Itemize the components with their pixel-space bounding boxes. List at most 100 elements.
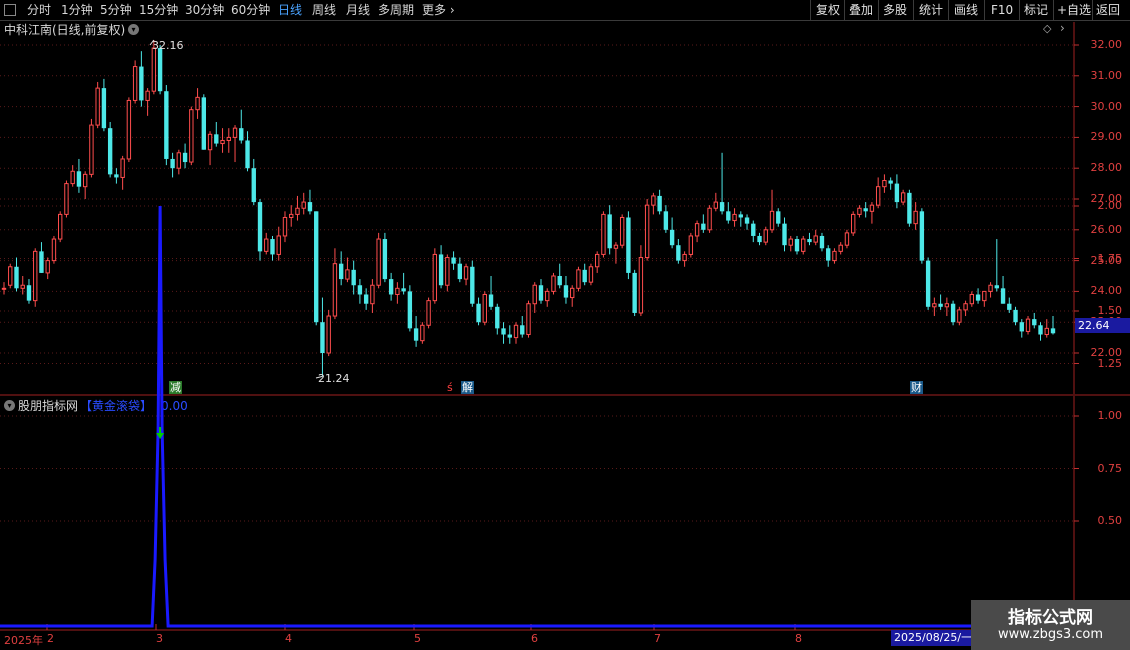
back-button[interactable]: 返回 [1096,2,1120,18]
candle-body-up [120,158,125,178]
candle-body-down [139,66,144,101]
tab-1min[interactable]: 1分钟 [61,2,93,18]
signal-arrow-icon [156,433,165,439]
indicator-axis-label: 2.00 [1097,199,1123,212]
draw-line-button[interactable]: 画线 [954,2,978,18]
stock-title: 中科江南(日线,前复权) [4,23,126,37]
fuquan-button[interactable]: 复权 [816,2,840,18]
candle-body-up [126,99,132,160]
candle-body-up [857,207,862,215]
multi-stock-button[interactable]: 多股 [883,2,907,18]
candle-body-up [426,300,431,326]
event-marker-signal[interactable]: ś [446,381,454,394]
add-favorite-button[interactable]: +自选 [1057,2,1091,18]
tab-5min[interactable]: 5分钟 [100,2,132,18]
kline-chart[interactable] [0,0,1130,650]
collapse-icon[interactable] [4,4,16,16]
tab-multi-period[interactable]: 多周期 [378,2,414,18]
diamond-icon[interactable]: ◇ [1043,22,1051,35]
candle-body-down [507,334,512,338]
x-label-mar: 3 [156,632,163,645]
candle-body-down [307,202,313,212]
statistics-button[interactable]: 统计 [919,2,943,18]
candle-body-up [944,303,950,308]
candle-body-up [763,229,768,243]
candle-body-down [451,257,456,264]
candle-body-down [938,303,943,307]
event-marker-finance[interactable]: 财 [910,381,923,394]
candle-body-down [107,128,113,175]
tab-30min[interactable]: 30分钟 [185,2,224,18]
candle-body-down [457,263,463,280]
candle-body-down [182,152,188,163]
candle-body-down [39,251,44,273]
candle-body-up [545,290,550,302]
candle-body-up [576,269,581,289]
tab-monthly[interactable]: 月线 [346,2,370,18]
f10-button[interactable]: F10 [991,2,1013,18]
candle-body-down [925,260,931,307]
candle-body-down [744,217,750,224]
candle-body-up [326,315,331,354]
candle-body-down [470,266,475,304]
candle-body-up [570,287,575,299]
candle-body-up [732,213,737,222]
candle-body-up [276,235,281,255]
x-label-apr: 4 [285,632,292,645]
tab-60min[interactable]: 60分钟 [231,2,270,18]
candle-body-up [513,324,519,339]
candle-body-up [264,238,269,252]
tab-fenshi[interactable]: 分时 [27,2,51,18]
candle-body-down [1007,303,1012,310]
candle-body-up [882,180,887,188]
candle-body-up [295,207,300,215]
event-marker-reduce[interactable]: 减 [169,381,182,394]
candle-body-down [563,285,569,298]
overlay-button[interactable]: 叠加 [849,2,873,18]
watermark-url: www.zbgs3.com [997,627,1104,642]
watermark: 指标公式网 www.zbgs3.com [971,600,1130,650]
candle-body-down [407,291,413,329]
candle-body-up [969,293,975,305]
candle-body-down [807,239,812,243]
candle-body-up [463,266,469,280]
candle-body-down [726,211,731,221]
candle-body-up [145,90,150,101]
tab-daily[interactable]: 日线 [278,2,302,18]
mark-button[interactable]: 标记 [1024,2,1048,18]
candle-body-down [476,303,481,323]
dropdown-icon[interactable]: ▾ [128,24,139,35]
candle-body-down [919,211,925,261]
indicator-axis-label: 0.75 [1097,461,1123,475]
event-marker-unlock[interactable]: 解 [461,381,474,394]
collapse-chevron-icon[interactable]: › [1060,21,1065,35]
candle-body-down [270,239,275,255]
candle-body-up [395,287,400,295]
candle-body-down [388,279,394,295]
candle-body-up [301,201,306,209]
candle-body-up [445,257,450,286]
more-label: 更多 [422,3,447,17]
candle-body-up [707,207,712,231]
candle-body-up [801,238,806,252]
candle-body-up [532,284,537,305]
candle-body-down [794,239,800,252]
indicator-axis-label: 1.25 [1097,356,1123,370]
candle-body-down [251,168,256,203]
period-toolbar: 分时 1分钟 5分钟 15分钟 30分钟 60分钟 日线 周线 月线 多周期 更… [0,0,1130,21]
candle-body-up [788,238,793,246]
indicator-dropdown-icon[interactable]: ▾ [4,400,15,411]
candle-body-down [26,285,32,301]
candle-body-up [1,287,7,290]
candle-body-up [957,309,962,323]
tab-15min[interactable]: 15分钟 [139,2,178,18]
candle-body-down [1000,288,1006,304]
candle-body-up [82,173,88,188]
candle-body-up [613,244,619,249]
tab-weekly[interactable]: 周线 [312,2,336,18]
candle-body-up [64,183,69,215]
candle-body-up [1025,318,1031,332]
candle-body-up [869,204,875,212]
more-menu[interactable]: 更多 › [422,2,455,18]
candle-body-down [413,328,419,341]
